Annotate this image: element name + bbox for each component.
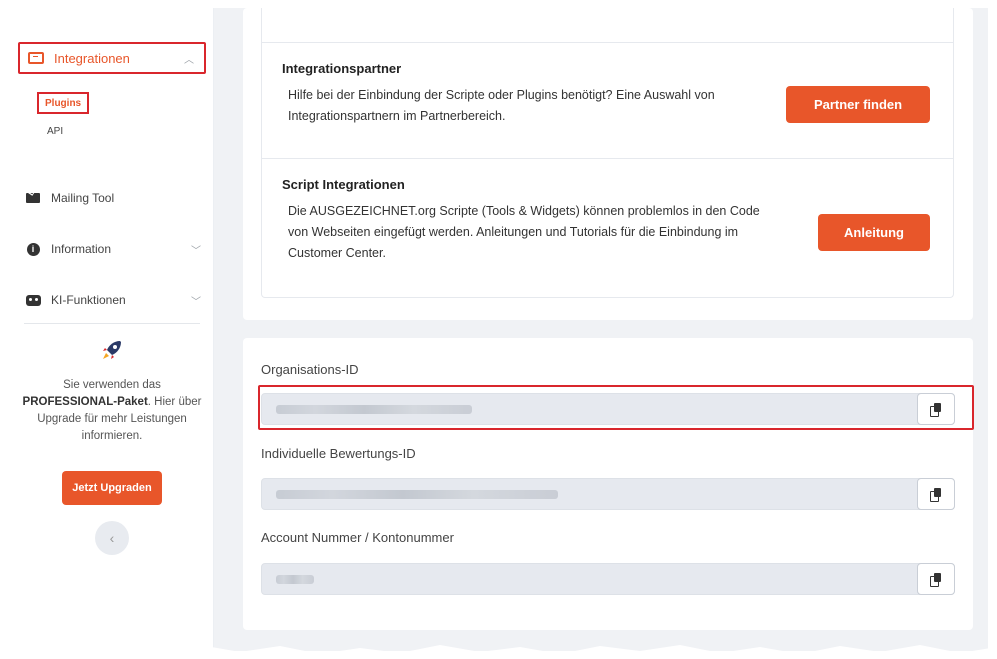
collapse-sidebar-button[interactable]: ‹	[95, 521, 129, 555]
robot-icon	[25, 294, 41, 306]
copy-button[interactable]	[917, 563, 955, 595]
partner-text: Hilfe bei der Einbindung der Scripte ode…	[288, 88, 715, 123]
chevron-up-icon: ︿	[184, 54, 194, 66]
upgrade-promo: Sie verwenden das PROFESSIONAL-Paket. Hi…	[10, 338, 214, 555]
sidebar-item-label: Information	[51, 242, 112, 256]
script-text: Die AUSGEZEICHNET.org Scripte (Tools & W…	[288, 204, 760, 260]
package-name: PROFESSIONAL-Paket	[22, 396, 148, 408]
sidebar-item-label: KI-Funktionen	[51, 293, 126, 307]
promo-text: Sie verwenden das PROFESSIONAL-Paket. Hi…	[22, 379, 202, 442]
info-icon: i	[26, 242, 40, 256]
app-frame: Integrationen ︿ Plugins API Mailing Tool…	[10, 8, 988, 651]
code-window-icon	[28, 52, 44, 64]
script-title: Script Integrationen	[282, 177, 405, 192]
copy-button[interactable]	[917, 478, 955, 510]
integration-info-panel: Integrationspartner Hilfe bei der Einbin…	[261, 8, 954, 298]
sidebar-item-label: Mailing Tool	[51, 191, 115, 205]
sidebar-item-mailing-tool[interactable]: Mailing Tool	[25, 188, 205, 208]
sidebar-divider	[24, 323, 200, 324]
sidebar-item-integrationen[interactable]: Integrationen ︿	[18, 42, 206, 74]
partner-section: Integrationspartner Hilfe bei der Einbin…	[262, 42, 953, 158]
sidebar-subitem-label: Plugins	[45, 97, 82, 109]
copy-icon	[930, 487, 942, 502]
blurred-value	[276, 490, 558, 499]
copy-icon	[930, 572, 942, 587]
bewertungs-id-field[interactable]	[261, 478, 955, 510]
sidebar-item-label: Integrationen	[54, 50, 130, 66]
envelope-icon	[26, 193, 40, 203]
upgrade-button[interactable]: Jetzt Upgraden	[62, 471, 162, 505]
anleitung-button[interactable]: Anleitung	[818, 214, 930, 251]
sidebar: Integrationen ︿ Plugins API Mailing Tool…	[10, 8, 214, 651]
sidebar-subitem-plugins[interactable]: Plugins	[37, 92, 90, 114]
sidebar-item-information[interactable]: i Information ﹀	[25, 239, 205, 259]
chevron-down-icon: ﹀	[191, 245, 201, 257]
script-section: Script Integrationen Die AUSGEZEICHNET.o…	[262, 158, 953, 298]
partner-title: Integrationspartner	[282, 61, 402, 76]
chevron-left-icon: ‹	[109, 530, 115, 546]
chevron-down-icon: ﹀	[191, 296, 201, 308]
organisations-id-highlight	[258, 385, 974, 430]
account-nummer-label: Account Nummer / Kontonummer	[261, 530, 454, 545]
blurred-value	[276, 575, 314, 584]
sidebar-item-ki-funktionen[interactable]: KI-Funktionen ﹀	[25, 290, 205, 310]
bewertungs-id-label: Individuelle Bewertungs-ID	[261, 446, 416, 461]
partner-finden-button[interactable]: Partner finden	[786, 86, 930, 123]
account-ids-card: Organisations-ID Individuelle Bewertungs…	[243, 338, 973, 630]
sidebar-subitem-api[interactable]: API	[47, 126, 63, 137]
rocket-icon	[100, 338, 124, 366]
account-nummer-field[interactable]	[261, 563, 955, 595]
integration-info-card: Integrationspartner Hilfe bei der Einbin…	[243, 8, 973, 320]
organisations-id-label: Organisations-ID	[261, 362, 359, 377]
